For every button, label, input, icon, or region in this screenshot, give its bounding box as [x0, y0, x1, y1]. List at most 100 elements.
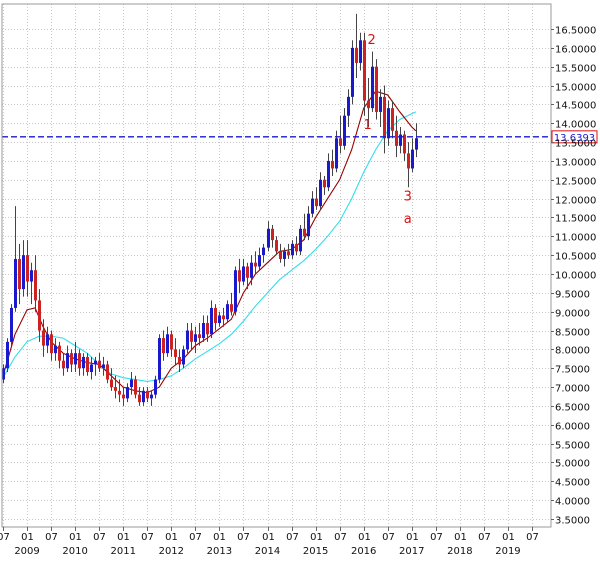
candle-body	[283, 251, 286, 259]
x-month-label: 07	[478, 532, 491, 543]
candle-body	[407, 153, 410, 169]
candle-body	[246, 266, 249, 278]
candle	[403, 130, 406, 161]
candle-body	[70, 353, 73, 365]
plot-frame	[1, 3, 552, 528]
x-month-label: 01	[21, 532, 34, 543]
candle-body	[218, 315, 221, 323]
candle	[146, 387, 149, 403]
candle-body	[250, 262, 253, 278]
y-tick-label: 8.5000	[555, 328, 590, 339]
x-year-label: 2009	[14, 546, 39, 557]
candle	[331, 149, 334, 176]
candle-body	[86, 356, 89, 372]
grid-lines	[2, 4, 551, 527]
candle-body	[359, 40, 362, 63]
candle-body	[395, 130, 398, 146]
candle-body	[42, 330, 45, 346]
candle-body	[102, 364, 105, 369]
candle-body	[363, 40, 366, 101]
y-tick-label: 11.5000	[555, 214, 596, 225]
candle-body	[387, 108, 390, 139]
candle	[30, 262, 33, 305]
candle	[295, 236, 298, 256]
wave-label: 2	[368, 33, 376, 48]
candle	[10, 304, 13, 346]
y-tick-label: 11.0000	[555, 233, 596, 244]
candle	[190, 323, 193, 350]
candle-body	[118, 390, 121, 395]
candle-body	[375, 66, 378, 112]
candle-body	[234, 270, 237, 312]
candle-body	[355, 47, 358, 63]
candle	[50, 330, 53, 361]
candle	[383, 85, 386, 154]
candle-body	[267, 228, 270, 248]
candle-body	[150, 394, 153, 399]
candle	[339, 115, 342, 154]
candle-body	[6, 341, 9, 369]
candle-body	[126, 387, 129, 399]
candle-body	[271, 228, 274, 241]
candle	[86, 353, 89, 376]
current-price-marker: 13.6393	[2, 130, 598, 144]
candle-body	[299, 228, 302, 252]
candle	[210, 300, 213, 339]
x-month-label: 01	[262, 532, 275, 543]
candle-body	[335, 138, 338, 169]
y-tick-label: 9.0000	[555, 309, 590, 320]
x-month-label: 01	[310, 532, 323, 543]
candle-body	[26, 255, 29, 282]
candle-body	[194, 334, 197, 342]
candle	[34, 255, 37, 312]
x-month-label: 07	[141, 532, 154, 543]
y-tick-label: 4.0000	[555, 497, 590, 508]
candle-body	[319, 179, 322, 207]
candle	[379, 89, 382, 127]
price-chart: 13.6393 1 2 3 a 3.5000 4.0000 4.5000 5.0000 5.5…	[0, 3, 598, 557]
candle-body	[34, 270, 37, 301]
candle-body	[190, 330, 193, 342]
candle	[82, 353, 85, 376]
candle	[170, 330, 173, 357]
candle	[287, 243, 290, 259]
candle	[218, 311, 221, 327]
y-tick-label: 13.5000	[555, 139, 596, 150]
candle-body	[90, 364, 93, 372]
candle-body	[210, 307, 213, 335]
candles	[2, 13, 418, 406]
candle-body	[14, 258, 17, 308]
x-year-label: 2019	[495, 546, 520, 557]
candle-body	[74, 353, 77, 365]
candle-body	[258, 255, 261, 267]
candle	[214, 304, 217, 331]
y-tick-label: 12.5000	[555, 177, 596, 188]
candle	[299, 225, 302, 256]
candle	[355, 13, 358, 78]
candle-body	[238, 270, 241, 282]
y-tick-label: 5.0000	[555, 459, 590, 470]
x-month-label: 01	[358, 532, 371, 543]
candle	[98, 353, 101, 372]
y-tick-label: 13.0000	[555, 158, 596, 169]
candle	[267, 221, 270, 252]
y-tick-label: 5.5000	[555, 441, 590, 452]
x-month-label: 01	[502, 532, 515, 543]
candle	[142, 387, 145, 406]
candle-body	[291, 243, 294, 256]
x-month-label: 07	[526, 532, 539, 543]
candle-body	[315, 198, 318, 207]
y-tick-label: 15.0000	[555, 83, 596, 94]
candle-body	[226, 304, 229, 320]
candle-body	[222, 315, 225, 320]
x-year-label: 2016	[351, 546, 376, 557]
candle	[250, 255, 253, 286]
candle	[371, 51, 374, 112]
candle-body	[327, 160, 330, 188]
x-month-label: 07	[286, 532, 299, 543]
candle-body	[343, 115, 346, 146]
candle-body	[50, 334, 53, 354]
candle-body	[22, 255, 25, 290]
candle-body	[254, 262, 257, 267]
candle-body	[122, 394, 125, 399]
